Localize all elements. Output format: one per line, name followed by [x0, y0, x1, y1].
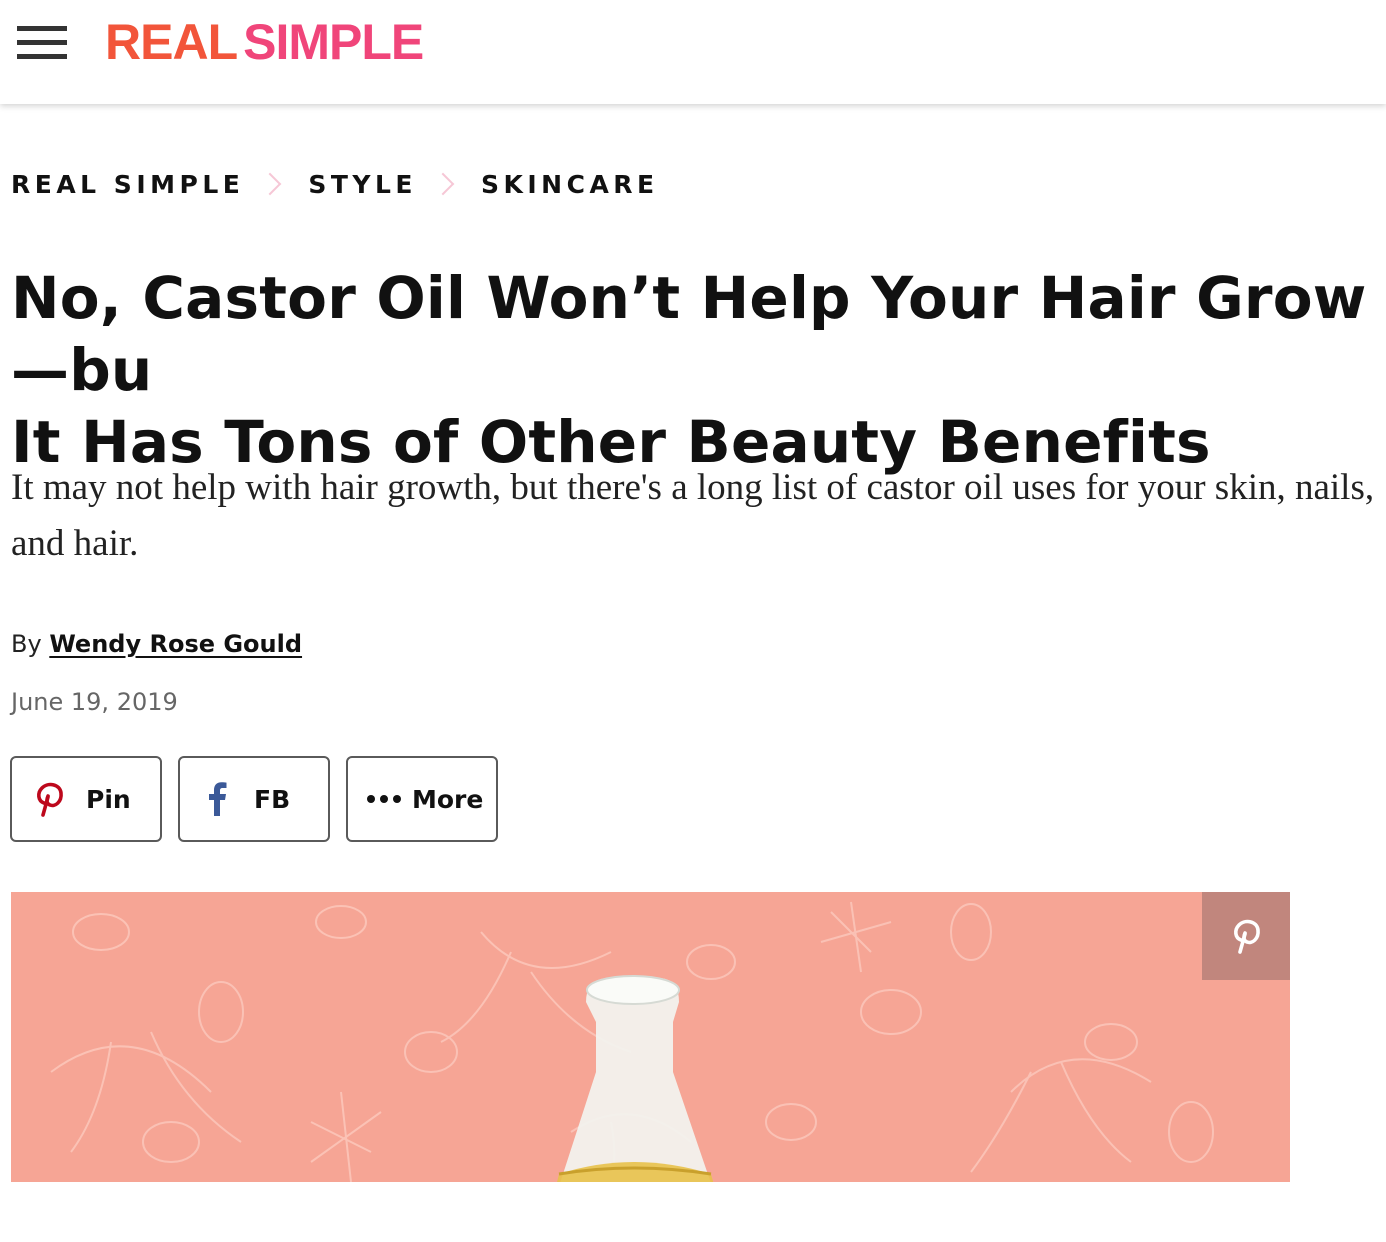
breadcrumb: REAL SIMPLE STYLE SKINCARE: [11, 164, 659, 204]
menu-bar: [17, 54, 67, 59]
pinterest-icon: [32, 781, 66, 817]
publish-date: June 19, 2019: [11, 688, 178, 716]
logo-real: REAL: [105, 14, 238, 70]
breadcrumb-real-simple[interactable]: REAL SIMPLE: [11, 170, 244, 199]
byline: By Wendy Rose Gould: [11, 630, 302, 658]
article-dek: It may not help with hair growth, but th…: [11, 467, 1375, 564]
site-logo[interactable]: REAL SIMPLE: [105, 14, 424, 70]
facebook-icon: [204, 782, 230, 816]
breadcrumb-skincare[interactable]: SKINCARE: [481, 170, 659, 199]
pin-label: Pin: [86, 784, 131, 814]
facebook-share-button[interactable]: FB: [178, 756, 330, 842]
page: REAL SIMPLE REAL SIMPLE STYLE SKINCARE No…: [0, 0, 1386, 1242]
site-header: REAL SIMPLE: [0, 0, 1386, 104]
menu-bar: [17, 40, 67, 45]
hamburger-menu-icon[interactable]: [17, 26, 67, 60]
article-title: No, Castor Oil Won’t Help Your Hair Grow…: [11, 262, 1386, 478]
breadcrumb-style[interactable]: STYLE: [308, 170, 417, 199]
more-share-button[interactable]: More: [346, 756, 498, 842]
author-link[interactable]: Wendy Rose Gould: [49, 630, 302, 658]
byline-prefix: By: [11, 630, 42, 658]
ellipsis-icon: [364, 794, 404, 804]
chevron-right-icon: [431, 172, 455, 196]
more-label: More: [412, 784, 484, 814]
pin-share-button[interactable]: Pin: [10, 756, 162, 842]
article-title-line-1: No, Castor Oil Won’t Help Your Hair Grow…: [11, 264, 1367, 404]
pinterest-save-icon[interactable]: [1202, 892, 1290, 980]
menu-bar: [17, 26, 67, 31]
logo-simple: SIMPLE: [243, 14, 424, 70]
bottom-fade: [0, 1182, 1386, 1242]
chevron-right-icon: [259, 172, 282, 196]
fb-label: FB: [254, 784, 291, 814]
